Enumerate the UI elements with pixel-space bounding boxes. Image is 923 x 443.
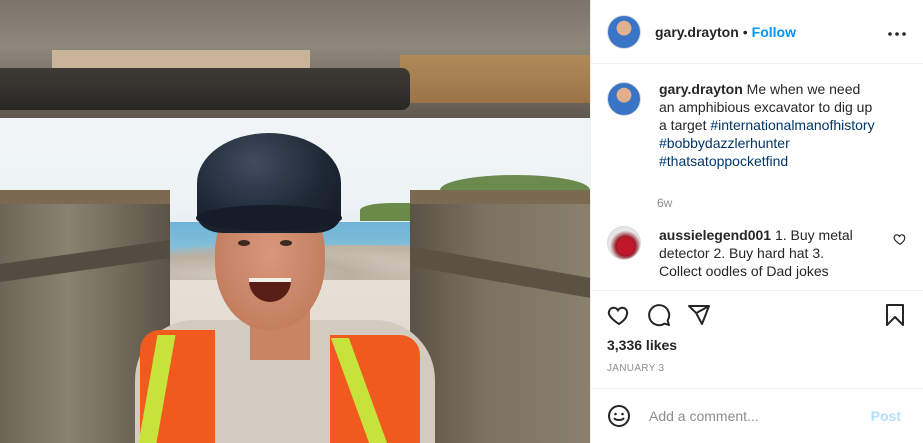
more-icon[interactable] [887, 21, 907, 42]
action-bar [607, 291, 907, 339]
share-icon[interactable] [687, 303, 711, 327]
caption-avatar[interactable] [607, 82, 641, 116]
follow-button[interactable]: Follow [752, 24, 796, 40]
emoji-icon[interactable] [607, 404, 631, 428]
excavator-bar [0, 68, 410, 110]
like-count[interactable]: 3,336 likes [607, 337, 907, 353]
author-avatar[interactable] [607, 14, 641, 49]
comment-like-heart-icon[interactable] [893, 232, 907, 246]
comment-input[interactable] [647, 407, 865, 425]
comment-body: aussielegend001 1. Buy metal detector 2.… [659, 226, 869, 280]
comments-section[interactable]: gary.drayton Me when we need an amphibio… [591, 64, 923, 291]
caption-body: gary.drayton Me when we need an amphibio… [659, 80, 879, 170]
post-comment-button[interactable]: Post [865, 407, 907, 425]
comment-username[interactable]: aussielegend001 [659, 227, 771, 243]
post-date: JANUARY 3 [607, 363, 665, 374]
post-header: gary.drayton • Follow [591, 0, 923, 64]
caption-username[interactable]: gary.drayton [659, 81, 743, 97]
hashtag-link[interactable]: #thatsatoppocketfind [659, 153, 788, 169]
comment-item: aussielegend001 1. Buy metal detector 2.… [607, 226, 907, 280]
hashtag-link[interactable]: #internationalmanofhistory [710, 117, 874, 133]
caption: gary.drayton Me when we need an amphibio… [607, 80, 907, 170]
post-sidebar: gary.drayton • Follow gary.drayton Me wh… [590, 0, 923, 443]
heart-icon[interactable] [607, 303, 631, 327]
post-dialog: gary.drayton • Follow gary.drayton Me wh… [0, 0, 923, 443]
person-eye-left [238, 240, 250, 246]
excavator-beam [400, 55, 590, 103]
bookmark-icon[interactable] [883, 303, 907, 327]
caption-time-ago[interactable]: 6w [657, 196, 907, 210]
post-actions: 3,336 likes JANUARY 3 [591, 291, 923, 388]
commenter-avatar[interactable] [607, 226, 641, 260]
hard-hat-brim [196, 205, 342, 231]
excavator-track-right [410, 190, 590, 443]
person-eye-right [280, 240, 292, 246]
comment-icon[interactable] [647, 303, 671, 327]
comment-composer: Post [591, 388, 923, 443]
hashtag-link[interactable]: #bobbydazzlerhunter [659, 135, 790, 151]
header-separator: • [742, 23, 748, 40]
author-username[interactable]: gary.drayton [655, 24, 739, 40]
post-photo[interactable] [0, 0, 590, 443]
